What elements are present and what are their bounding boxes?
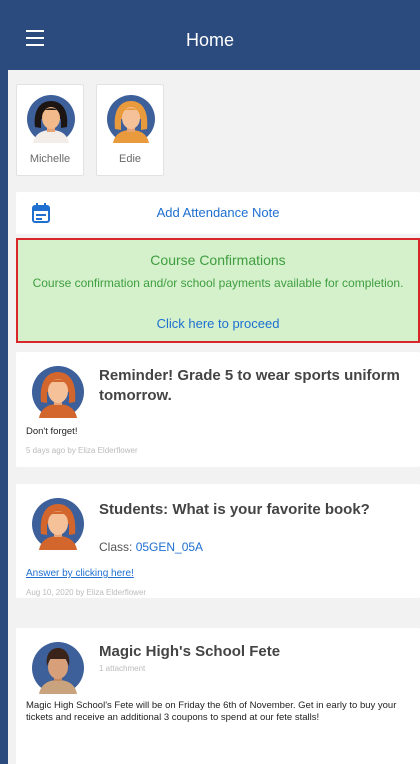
class-code[interactable]: 05GEN_05A <box>136 540 203 554</box>
course-confirmations-title: Course Confirmations <box>150 252 286 268</box>
post-meta: Aug 10, 2020 by Eliza Elderflower <box>26 588 147 597</box>
post-body: Magic High School's Fete will be on Frid… <box>26 700 397 723</box>
post-title: Reminder! Grade 5 to wear sports uniform… <box>99 367 400 404</box>
add-attendance-note-label: Add Attendance Note <box>156 205 280 220</box>
post-title: Students: What is your favorite book? <box>99 501 370 518</box>
student-name: Edie <box>118 153 142 165</box>
boy-avatar-icon <box>32 642 84 694</box>
course-confirmations-description: Course confirmation and/or school paymen… <box>32 276 404 290</box>
girl-avatar-icon <box>27 95 75 143</box>
girl-avatar-icon <box>107 95 155 143</box>
course-confirmations-banner[interactable]: Course Confirmations Course confirmation… <box>16 238 420 343</box>
student-name: Michelle <box>29 153 71 165</box>
class-info: Class: 05GEN_05A <box>99 540 203 554</box>
student-card-edie[interactable]: Edie <box>96 84 164 176</box>
add-attendance-note-button[interactable]: Add Attendance Note <box>16 192 420 234</box>
attachment-count[interactable]: 1 attachment <box>99 664 145 673</box>
student-card-michelle[interactable]: Michelle <box>16 84 84 176</box>
post-body: Don't forget! <box>26 426 78 437</box>
page-title: Home <box>185 30 234 50</box>
feed-card[interactable]: Magic High's School Fete 1 attachment Ma… <box>16 628 420 764</box>
main-content: Michelle Edie Add Attendance Note Course… <box>8 70 420 764</box>
class-label: Class: <box>99 540 136 554</box>
proceed-link[interactable]: Click here to proceed <box>18 316 418 331</box>
post-title: Magic High's School Fete <box>99 643 281 660</box>
feed-card[interactable]: Students: What is your favorite book? Cl… <box>16 484 420 598</box>
teacher-avatar-icon <box>32 498 84 550</box>
answer-link[interactable]: Answer by clicking here! <box>26 568 134 579</box>
feed-card[interactable]: Reminder! Grade 5 to wear sports uniform… <box>16 352 420 467</box>
teacher-avatar-icon <box>32 366 84 418</box>
post-meta: 5 days ago by Eliza Elderflower <box>26 446 138 455</box>
